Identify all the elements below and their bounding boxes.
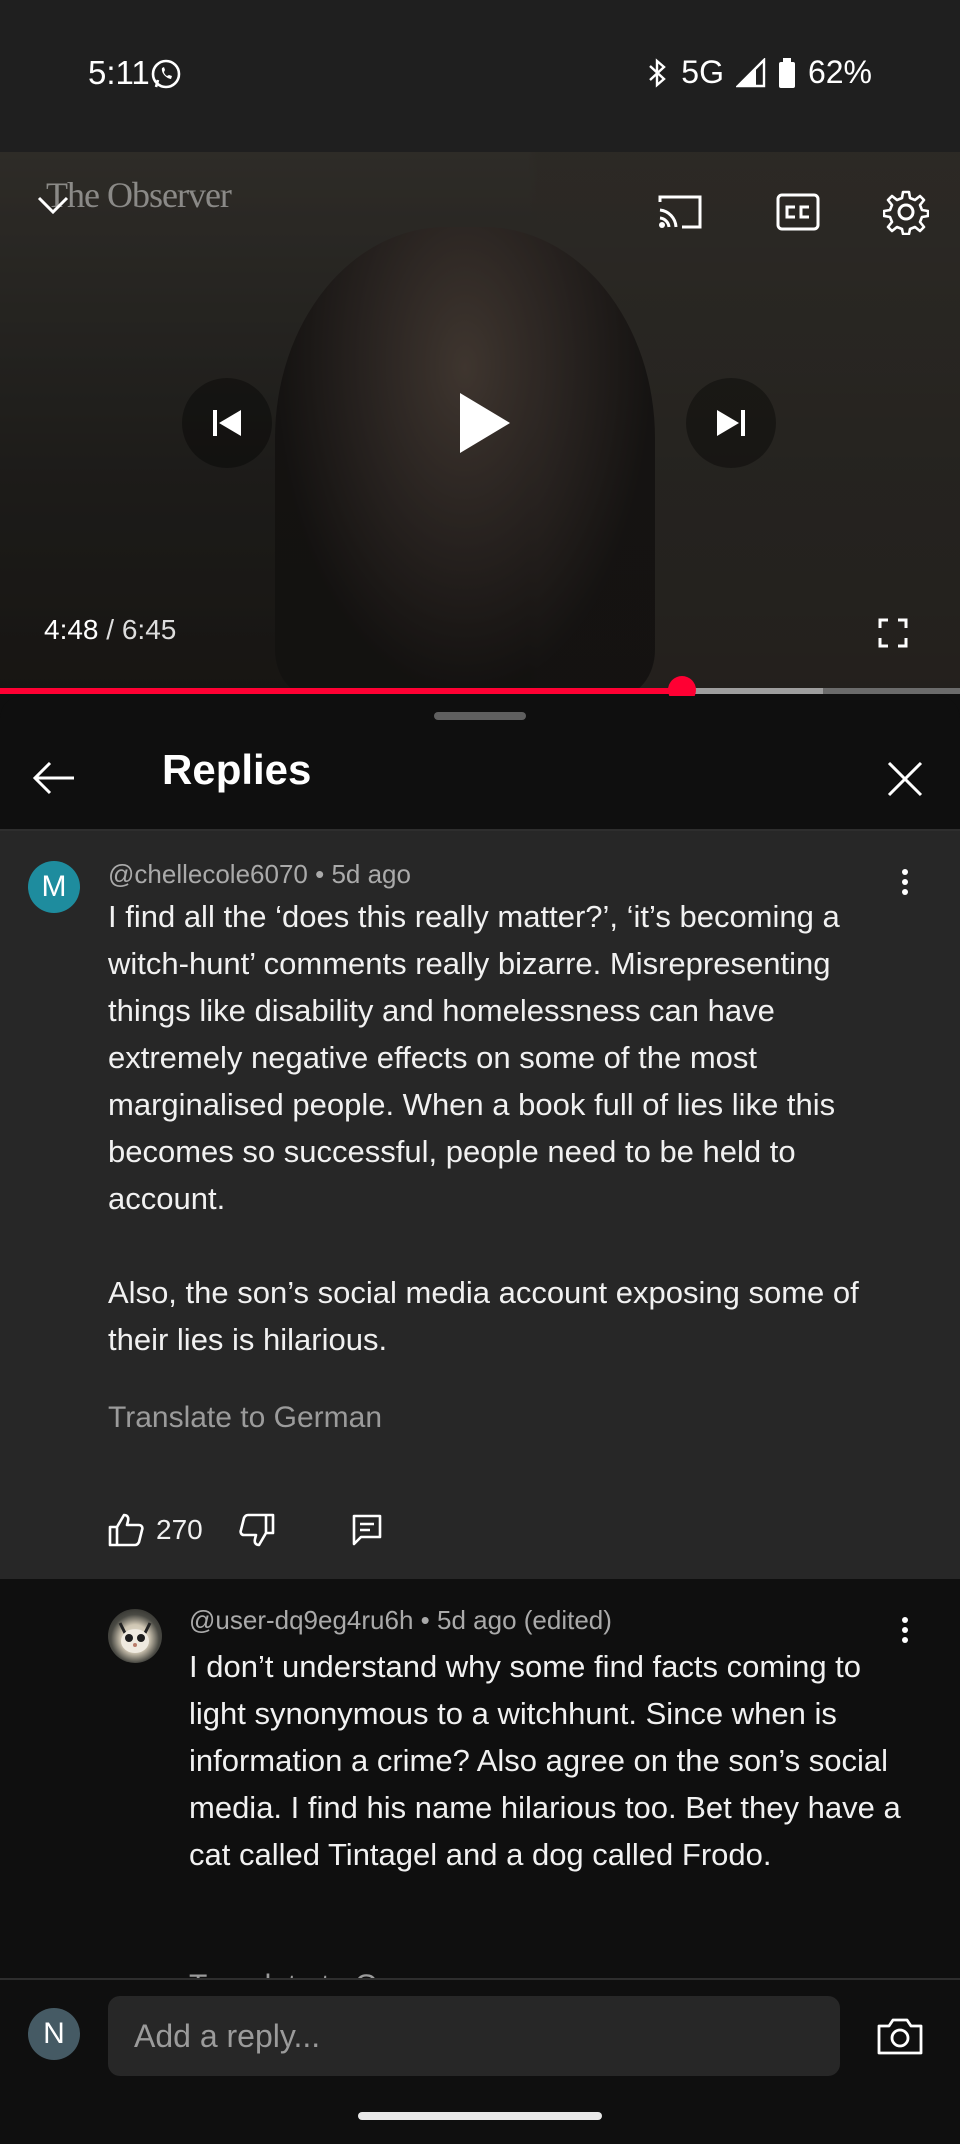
cast-button[interactable]	[652, 188, 708, 236]
avatar[interactable]: M	[28, 861, 80, 913]
translate-link[interactable]: Translate to German	[108, 1401, 382, 1435]
parent-comment: M @chellecole6070 • 5d ago I find all th…	[0, 831, 960, 1579]
reply-comment-icon[interactable]	[351, 1513, 383, 1547]
time-code: 4:48 / 6:45	[44, 614, 176, 646]
replies-panel: Replies M @chellecole6070 • 5d ago I fin…	[0, 696, 960, 2142]
close-icon	[887, 761, 923, 797]
current-time: 4:48	[44, 614, 99, 645]
previous-button[interactable]	[182, 378, 272, 468]
like-count: 270	[156, 1514, 203, 1545]
play-icon	[460, 393, 510, 453]
reply-composer: N	[0, 1978, 960, 2144]
reply-age: 5d ago (edited)	[437, 1605, 612, 1635]
previous-icon	[213, 410, 241, 436]
reply-text: I don’t understand why some find facts c…	[189, 1649, 910, 1872]
status-bar: 5:11 5G 62%	[0, 0, 960, 152]
signal-icon	[735, 57, 766, 87]
replies-header: Replies	[0, 726, 960, 830]
progress-played	[0, 688, 682, 694]
meta-separator: •	[307, 859, 332, 889]
reply-author[interactable]: @user-dq9eg4ru6h	[189, 1605, 413, 1635]
status-right: 5G 62%	[645, 54, 872, 91]
cast-icon	[658, 195, 702, 229]
bluetooth-icon	[649, 57, 667, 88]
back-button[interactable]	[26, 754, 82, 802]
avatar[interactable]	[108, 1609, 162, 1663]
settings-button[interactable]	[880, 186, 932, 238]
camera-button[interactable]	[872, 2010, 928, 2062]
comment-text: I find all the ‘does this really matter?…	[108, 899, 859, 1357]
time-separator: /	[98, 614, 122, 645]
reply-input[interactable]	[108, 1996, 840, 2076]
video-duration: 6:45	[121, 614, 177, 645]
next-button[interactable]	[686, 378, 776, 468]
close-button[interactable]	[880, 754, 930, 804]
comment-meta: @chellecole6070 • 5d ago	[108, 859, 411, 890]
battery-icon	[778, 57, 795, 88]
fullscreen-icon	[878, 618, 908, 648]
status-time: 5:11	[88, 54, 150, 91]
settings-gear-icon	[883, 190, 929, 235]
fullscreen-button[interactable]	[872, 612, 914, 654]
back-arrow-icon	[32, 761, 74, 795]
closed-captions-icon	[776, 193, 820, 231]
video-player[interactable]: The Observer 4:48 / 6:45	[0, 152, 960, 690]
network-type: 5G	[681, 54, 724, 90]
comment-author[interactable]: @chellecole6070	[108, 859, 308, 889]
minimize-button[interactable]	[30, 182, 76, 228]
thumbs-up-icon[interactable]	[108, 1513, 144, 1547]
replies-title: Replies	[162, 746, 312, 793]
camera-icon	[877, 2018, 923, 2055]
home-indicator[interactable]	[358, 2112, 602, 2120]
comment-actions: 270	[108, 1513, 383, 1547]
thumbs-down-icon[interactable]	[239, 1513, 275, 1547]
comment-age: 5d ago	[331, 859, 411, 889]
next-icon	[717, 410, 745, 436]
user-avatar[interactable]: N	[28, 2008, 80, 2060]
progress-bar[interactable]	[0, 688, 960, 694]
chevron-down-icon	[37, 196, 69, 215]
whatsapp-icon	[151, 59, 181, 89]
captions-button[interactable]	[772, 188, 824, 236]
reply-meta: @user-dq9eg4ru6h • 5d ago (edited)	[189, 1605, 612, 1636]
drag-handle[interactable]	[434, 712, 526, 720]
battery-percent: 62%	[807, 54, 872, 90]
cat-avatar-image	[118, 1622, 152, 1653]
reply-comment: @user-dq9eg4ru6h • 5d ago (edited) I don…	[0, 1579, 960, 2002]
meta-separator: •	[413, 1605, 437, 1635]
play-button[interactable]	[434, 368, 534, 478]
